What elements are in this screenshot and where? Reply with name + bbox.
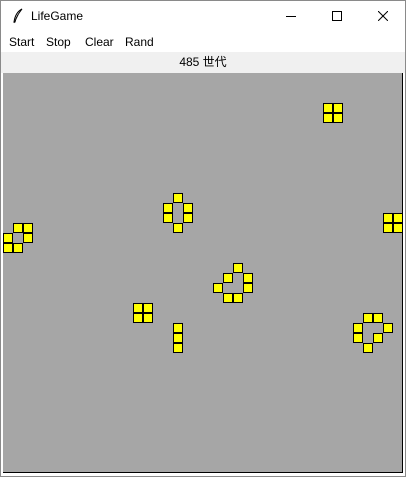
minimize-icon — [286, 16, 296, 17]
live-cell[interactable] — [173, 343, 183, 353]
live-cell[interactable] — [223, 293, 233, 303]
live-cell[interactable] — [243, 273, 253, 283]
live-cell[interactable] — [173, 333, 183, 343]
live-cell[interactable] — [393, 223, 403, 233]
live-cell[interactable] — [363, 313, 373, 323]
close-button[interactable] — [360, 1, 406, 31]
live-cell[interactable] — [233, 263, 243, 273]
live-cell[interactable] — [173, 323, 183, 333]
live-cell[interactable] — [383, 223, 393, 233]
live-cell[interactable] — [233, 293, 243, 303]
live-cell[interactable] — [183, 203, 193, 213]
live-cell[interactable] — [363, 343, 373, 353]
live-cell[interactable] — [13, 223, 23, 233]
live-cell[interactable] — [333, 103, 343, 113]
live-cell[interactable] — [143, 313, 153, 323]
menu-rand[interactable]: Rand — [125, 35, 154, 49]
live-cell[interactable] — [23, 223, 33, 233]
menu-start[interactable]: Start — [9, 35, 34, 49]
feather-icon — [13, 8, 23, 24]
live-cell[interactable] — [173, 223, 183, 233]
maximize-button[interactable] — [314, 1, 360, 31]
live-cell[interactable] — [163, 203, 173, 213]
lifegame-window: LifeGame Start Stop Clear Rand 485 世代 — [0, 0, 406, 477]
live-cell[interactable] — [243, 283, 253, 293]
maximize-icon — [332, 11, 342, 21]
menu-clear[interactable]: Clear — [85, 35, 114, 49]
live-cell[interactable] — [13, 243, 23, 253]
live-cell[interactable] — [3, 243, 13, 253]
title-bar[interactable]: LifeGame — [1, 1, 405, 32]
live-cell[interactable] — [173, 193, 183, 203]
live-cell[interactable] — [333, 113, 343, 123]
live-cell[interactable] — [223, 273, 233, 283]
live-cell[interactable] — [323, 113, 333, 123]
minimize-button[interactable] — [268, 1, 314, 31]
live-cell[interactable] — [183, 213, 193, 223]
menu-bar: Start Stop Clear Rand — [1, 32, 405, 52]
live-cell[interactable] — [393, 213, 403, 223]
live-cell[interactable] — [3, 233, 13, 243]
window-title: LifeGame — [31, 9, 84, 23]
close-icon — [378, 11, 388, 21]
live-cell[interactable] — [163, 213, 173, 223]
live-cell[interactable] — [143, 303, 153, 313]
live-cell[interactable] — [383, 323, 393, 333]
live-cell[interactable] — [133, 303, 143, 313]
live-cell[interactable] — [323, 103, 333, 113]
live-cell[interactable] — [383, 213, 393, 223]
live-cell[interactable] — [133, 313, 143, 323]
live-cell[interactable] — [353, 333, 363, 343]
live-cell[interactable] — [353, 323, 363, 333]
live-cell[interactable] — [23, 233, 33, 243]
life-board[interactable] — [3, 73, 403, 473]
live-cell[interactable] — [373, 333, 383, 343]
generation-counter: 485 世代 — [1, 52, 405, 73]
menu-stop[interactable]: Stop — [46, 35, 71, 49]
live-cell[interactable] — [373, 313, 383, 323]
live-cell[interactable] — [213, 283, 223, 293]
